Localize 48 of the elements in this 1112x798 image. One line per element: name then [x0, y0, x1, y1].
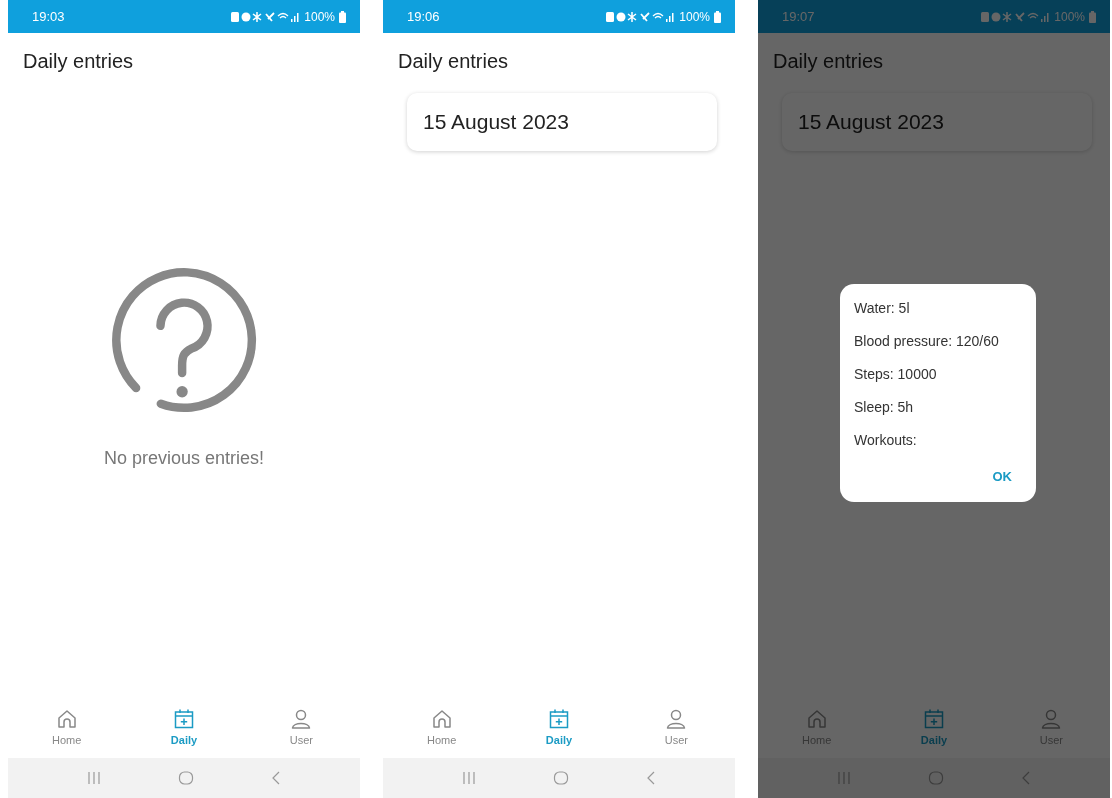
home-button-icon[interactable] [928, 770, 944, 786]
status-time: 19:06 [407, 9, 440, 24]
calendar-plus-icon [923, 708, 945, 730]
dialog-text: Workouts: [854, 431, 918, 450]
recent-apps-icon[interactable] [86, 770, 101, 786]
screen-title: Daily entries [398, 50, 509, 73]
home-icon [55, 708, 78, 730]
back-icon[interactable] [646, 770, 657, 786]
dialog-text: Steps: 10000 [854, 365, 938, 384]
status-icons-drawing [980, 10, 1051, 23]
dialog-text: Blood pressure: 120/60 [854, 332, 1000, 351]
battery-percent: 100% [679, 9, 710, 24]
back-icon[interactable] [271, 770, 282, 786]
user-icon [665, 708, 688, 730]
status-time: 19:07 [782, 9, 815, 24]
battery-icon [339, 10, 346, 23]
status-icons-drawing [230, 10, 301, 23]
entry-card[interactable]: 15 August 2023 [407, 93, 717, 151]
status-icons-drawing [605, 10, 676, 23]
entry-card[interactable]: 15 August 2023 [782, 93, 1092, 151]
home-icon [805, 708, 828, 730]
calendar-plus-icon [173, 708, 195, 730]
empty-message: No previous entries! [103, 448, 265, 469]
battery-percent: 100% [304, 9, 335, 24]
user-icon [290, 708, 313, 730]
ok-button[interactable]: OK [990, 467, 1014, 486]
nav-tab[interactable]: Home [8, 696, 126, 758]
nav-tab[interactable]: Daily [500, 696, 618, 758]
nav-tab[interactable]: User [617, 696, 735, 758]
battery-icon [714, 10, 721, 23]
nav-tab[interactable]: Home [383, 696, 501, 758]
screen-title: Daily entries [23, 50, 134, 73]
dialog-text: Water: 5l [854, 299, 911, 318]
home-button-icon[interactable] [178, 770, 194, 786]
home-button-icon[interactable] [553, 770, 569, 786]
back-icon[interactable] [1021, 770, 1032, 786]
battery-icon [1089, 10, 1096, 23]
nav-tab[interactable]: User [242, 696, 360, 758]
user-icon [1040, 708, 1063, 730]
nav-tab[interactable]: Daily [125, 696, 243, 758]
dialog-text: Sleep: 5h [854, 398, 915, 417]
battery-percent: 100% [1054, 9, 1085, 24]
home-icon [430, 708, 453, 730]
screen-title: Daily entries [773, 50, 884, 73]
status-time: 19:03 [32, 9, 65, 24]
recent-apps-icon[interactable] [461, 770, 476, 786]
nav-tab[interactable]: Daily [875, 696, 993, 758]
calendar-plus-icon [548, 708, 570, 730]
